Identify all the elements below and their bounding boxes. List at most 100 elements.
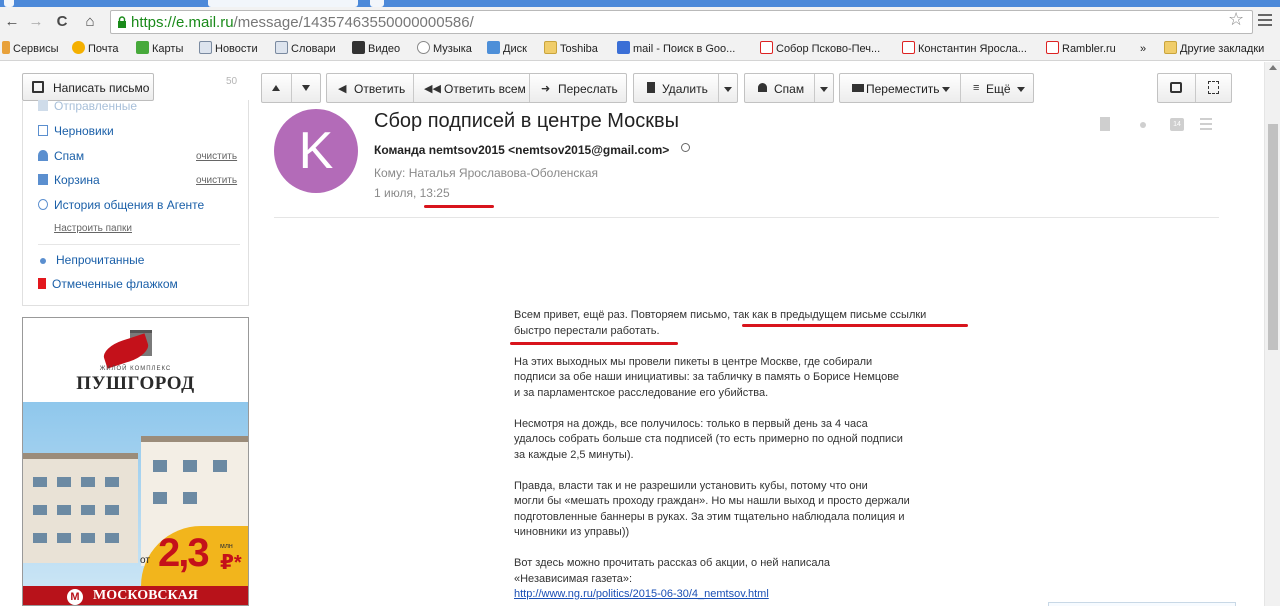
forward-button[interactable]: ➜ Переслать xyxy=(530,74,626,102)
maps-favicon-icon xyxy=(136,41,149,54)
arrow-down-icon xyxy=(302,85,310,91)
lock-icon xyxy=(118,16,126,28)
print-button[interactable] xyxy=(1158,74,1194,102)
bookmark-item[interactable]: Почта xyxy=(72,41,119,57)
mail-favicon-icon xyxy=(72,41,85,54)
reload-icon[interactable]: C xyxy=(52,12,72,32)
bookmark-item[interactable]: mail - Поиск в Goo... xyxy=(617,41,735,57)
spam-menu-button[interactable] xyxy=(815,74,834,102)
compose-button[interactable]: Написать письмо xyxy=(22,73,154,101)
setup-folders-link[interactable]: Настроить папки xyxy=(54,223,132,234)
bookmark-folder-other[interactable]: Другие закладки xyxy=(1164,41,1264,57)
filter-unread[interactable]: Непрочитанные xyxy=(38,253,144,267)
body-paragraph: Всем привет, ещё раз. Повторяем письмо, … xyxy=(514,308,974,339)
new-tab-button[interactable] xyxy=(370,0,384,7)
bookmark-item[interactable]: Карты xyxy=(136,41,183,57)
delete-button[interactable]: Удалить xyxy=(634,74,717,102)
bookmark-item[interactable]: Видео xyxy=(352,41,400,57)
folder-sent[interactable]: Отправленные xyxy=(38,99,137,113)
more-button[interactable]: ≡ Ещё xyxy=(961,74,1034,102)
calendar-icon[interactable]: 14 xyxy=(1170,118,1184,131)
next-message-button[interactable] xyxy=(292,74,321,102)
ad-currency: ₽* xyxy=(220,552,242,574)
scroll-up-icon[interactable] xyxy=(1269,65,1277,70)
bookmark-apps[interactable]: Сервисы xyxy=(2,41,59,57)
body-line: Вот здесь можно прочитать рассказ об акц… xyxy=(514,557,831,569)
bookmark-item[interactable]: Словари xyxy=(275,41,336,57)
tab-favicon[interactable] xyxy=(4,0,14,7)
bookmarks-overflow-button[interactable]: » xyxy=(1140,41,1146,57)
bookmark-label: Новости xyxy=(215,43,258,55)
yandex-favicon-icon xyxy=(760,41,773,54)
bookmark-item[interactable]: Rambler.ru xyxy=(1046,41,1116,57)
reply-button[interactable]: ◀ Ответить xyxy=(327,74,412,102)
bookmark-flag-icon[interactable] xyxy=(1100,117,1110,131)
mail-page: Написать письмо 50 Отправленные Черновик… xyxy=(0,62,1264,606)
delete-menu-button[interactable] xyxy=(719,74,738,102)
folder-icon xyxy=(852,84,864,92)
time-text: 13:25 xyxy=(419,186,450,200)
bookmark-item[interactable]: Новости xyxy=(199,41,258,57)
bookmark-label: Собор Псково-Печ... xyxy=(776,43,881,55)
ad-banner[interactable]: ЖИЛОЙ КОМПЛЕКС ПУШГОРОД от 2,3 млн ₽* М … xyxy=(22,317,249,606)
folder-spam[interactable]: Спам xyxy=(38,149,84,163)
bookmark-item[interactable]: Диск xyxy=(487,41,527,57)
music-favicon-icon xyxy=(417,41,430,54)
spam-button[interactable]: Спам xyxy=(745,74,813,102)
body-paragraph: Несмотря на дождь, все получилось: тольк… xyxy=(514,417,974,464)
address-bar[interactable]: https://e.mail.ru/message/14357463550000… xyxy=(110,10,1253,34)
search-icon[interactable] xyxy=(681,143,690,152)
ad-brand: ПУШГОРОД xyxy=(76,373,195,394)
browser-toolbar: ← → C ⌂ https://e.mail.ru/message/143574… xyxy=(0,7,1280,37)
folder-label: Спам xyxy=(54,149,85,163)
sent-icon xyxy=(38,100,48,111)
folder-label: Корзина xyxy=(54,173,100,187)
printer-icon xyxy=(1170,82,1182,93)
reply-all-button[interactable]: ◀◀ Ответить всем xyxy=(414,74,528,102)
recipient-name[interactable]: Наталья Ярославова-Оболенская xyxy=(409,166,598,180)
page-favicon-icon xyxy=(275,41,288,54)
message-nav-group xyxy=(261,73,321,103)
forward-icon[interactable]: → xyxy=(26,12,46,32)
page-scrollbar[interactable] xyxy=(1264,62,1280,606)
forward-arrow-icon: ➜ xyxy=(541,83,551,95)
bookmark-label: Rambler.ru xyxy=(1062,43,1116,55)
move-button[interactable]: Переместить xyxy=(840,74,959,102)
article-link[interactable]: http://www.ng.ru/politics/2015-06-30/4_n… xyxy=(514,588,769,600)
pencil-icon xyxy=(32,81,44,93)
folder-drafts[interactable]: Черновики xyxy=(38,124,114,138)
trash-icon xyxy=(38,174,48,185)
bookmark-star-icon[interactable]: ☆ xyxy=(1228,9,1244,30)
bookmark-folder[interactable]: Toshiba xyxy=(544,41,598,57)
chrome-menu-icon[interactable] xyxy=(1258,14,1272,29)
scrollbar-thumb[interactable] xyxy=(1268,124,1278,350)
filter-flagged[interactable]: Отмеченные флажком xyxy=(38,277,178,291)
clear-spam-link[interactable]: очистить xyxy=(196,151,237,162)
chevron-down-icon xyxy=(724,87,732,92)
body-line: могли бы «мешать проходу граждан». Но мы… xyxy=(514,495,910,507)
video-favicon-icon xyxy=(352,41,365,54)
expand-button[interactable] xyxy=(1196,74,1232,102)
feather-logo-icon xyxy=(100,333,152,369)
folder-trash[interactable]: Корзина xyxy=(38,173,100,187)
read-status-dot-icon[interactable] xyxy=(1140,122,1146,128)
bookmark-item[interactable]: Музыка xyxy=(417,41,472,57)
bookmarks-bar: Сервисы Почта Карты Новости Словари Виде… xyxy=(0,37,1280,61)
folder-label: Черновики xyxy=(54,124,114,138)
bookmark-label: Сервисы xyxy=(13,43,59,55)
tab-active[interactable] xyxy=(208,0,358,7)
trash-icon xyxy=(647,82,655,93)
bookmark-label: Диск xyxy=(503,43,527,55)
body-line: за каждые 2,5 минуты). xyxy=(514,448,634,461)
more-lines-icon[interactable] xyxy=(1200,118,1212,133)
bookmark-item[interactable]: Собор Псково-Печ... xyxy=(760,41,880,57)
folder-agent-history[interactable]: История общения в Агенте xyxy=(38,198,204,212)
message-sender[interactable]: Команда nemtsov2015 <nemtsov2015@gmail.c… xyxy=(374,143,669,157)
bookmark-item[interactable]: Константин Яросла... xyxy=(902,41,1027,57)
back-icon[interactable]: ← xyxy=(2,12,22,32)
body-paragraph: На этих выходных мы провели пикеты в цен… xyxy=(514,355,974,402)
clear-trash-link[interactable]: очистить xyxy=(196,175,237,186)
prev-message-button[interactable] xyxy=(262,74,291,102)
body-line: быстро перестали работать. xyxy=(514,324,660,337)
home-icon[interactable]: ⌂ xyxy=(80,12,100,32)
